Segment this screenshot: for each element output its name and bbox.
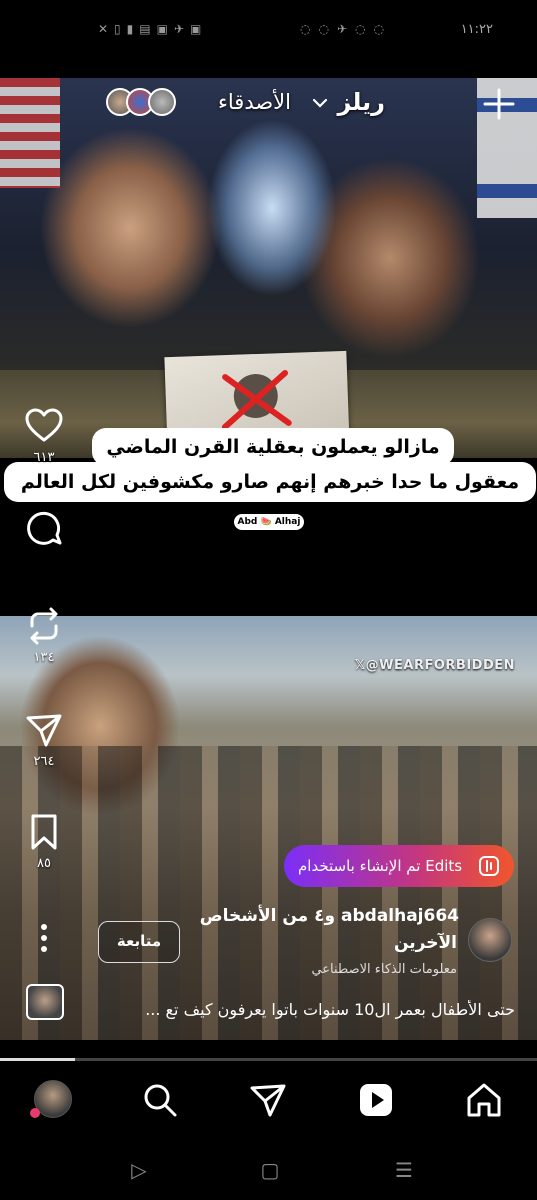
search-icon[interactable]: [140, 1080, 180, 1120]
edits-promo-label: تم الإنشاء باستخدام Edits: [298, 857, 463, 875]
friend-avatar: [148, 88, 176, 116]
add-icon[interactable]: [481, 86, 517, 122]
edits-app-icon: [479, 856, 499, 876]
feed-selector-friends[interactable]: الأصدقاء: [218, 90, 291, 114]
repost-count: ١٣٤: [33, 650, 55, 665]
save-count: ٨٥: [37, 856, 51, 871]
home-icon[interactable]: [464, 1080, 504, 1120]
more-vertical-icon: [41, 924, 47, 952]
share-count: ٢٦٤: [33, 754, 55, 769]
comment-button[interactable]: [14, 508, 74, 552]
caption-line-2: معقول ما حدا خبرهم إنهم صارو مكشوفين لكل…: [4, 462, 536, 502]
reel-image-top: [0, 78, 537, 458]
author-avatar[interactable]: [468, 918, 512, 962]
red-cross-mark: [221, 370, 292, 431]
recents-icon[interactable]: ☰: [392, 1158, 416, 1182]
crowd-image: [0, 746, 537, 1040]
reels-header: الأصدقاء ريلز: [0, 86, 537, 122]
like-button[interactable]: ٦١٣: [14, 406, 74, 465]
send-icon: [26, 714, 62, 747]
share-button[interactable]: ٢٦٤: [14, 710, 74, 769]
send-icon[interactable]: [248, 1080, 288, 1120]
reels-icon[interactable]: [356, 1080, 396, 1120]
status-app-icons: ◌◌✈◌◌: [300, 22, 392, 36]
bookmark-icon: [31, 814, 57, 850]
chevron-down-icon[interactable]: [311, 94, 329, 112]
save-button[interactable]: ٨٥: [14, 812, 74, 871]
friends-avatars[interactable]: [106, 88, 186, 118]
repost-button[interactable]: ١٣٤: [14, 606, 74, 665]
audio-thumbnail[interactable]: [26, 984, 64, 1020]
edits-promo-button[interactable]: تم الإنشاء باستخدام Edits: [284, 845, 514, 887]
status-notification-icons: ✕▯▮▤▣✈▣: [98, 22, 208, 36]
home-square-icon[interactable]: ▢: [258, 1158, 282, 1182]
reel-video[interactable]: 𝕏@WEARFORBIDDEN: [0, 78, 537, 1040]
more-options-button[interactable]: [14, 918, 74, 958]
status-bar: ✕▯▮▤▣✈▣ ◌◌✈◌◌ ١١:٢٢: [0, 0, 537, 56]
reel-description[interactable]: حتى الأطفال بعمر ال10 سنوات باتوا يعرفون…: [95, 1000, 515, 1019]
repost-icon: [30, 607, 58, 645]
ai-info-label[interactable]: معلومات الذكاء الاصطناعي: [311, 962, 457, 977]
notification-dot: [30, 1108, 40, 1118]
status-time: ١١:٢٢: [460, 22, 493, 37]
follow-button[interactable]: متابعة: [98, 921, 180, 963]
brand-tag: Abd 🍉 Alhaj: [234, 514, 304, 530]
back-icon[interactable]: ▷: [127, 1158, 151, 1182]
playback-progress-fill: [0, 1058, 76, 1061]
author-name-continued[interactable]: الآخرين: [394, 933, 457, 953]
playback-progress-bar[interactable]: [0, 1058, 537, 1061]
author-name[interactable]: abdalhaj664 و٤ من الأشخاص: [200, 906, 459, 926]
page-title: ريلز: [337, 88, 385, 116]
system-nav-bar: ▷ ▢ ☰: [0, 1140, 537, 1200]
caption-line-1: مازالو يعملون بعقلية القرن الماضي: [92, 428, 454, 466]
comment-icon: [27, 511, 62, 545]
like-count: ٦١٣: [33, 450, 55, 465]
video-watermark: 𝕏@WEARFORBIDDEN: [354, 658, 515, 673]
bottom-nav: [0, 1070, 537, 1138]
heart-icon: [25, 408, 63, 442]
